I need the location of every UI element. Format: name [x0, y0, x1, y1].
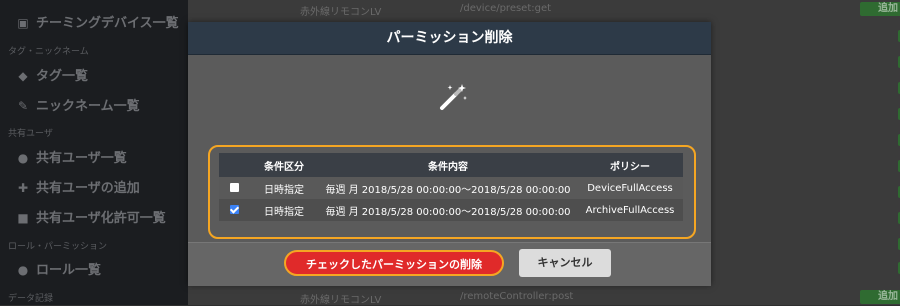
pencil-icon: ✎ [17, 99, 29, 113]
row-checkbox-checked[interactable] [229, 205, 239, 214]
sidebar-section-tags: タグ・ニックネーム [8, 47, 89, 57]
permission-table-highlight: 条件区分 条件内容 ポリシー 日時指定 毎週 月 2018/5/28 00:00… [208, 145, 696, 239]
tags-icon: ◆ [18, 69, 28, 83]
row-type: 日時指定 [264, 184, 304, 196]
sidebar-item-label: 共有ユーザ一覧 [36, 151, 127, 166]
table-header-policy: ポリシー [610, 161, 650, 173]
sidebar-item-label: 共有ユーザ化許可一覧 [36, 211, 166, 226]
user-plus-icon: ✚ [17, 181, 29, 195]
row-type: 日時指定 [264, 206, 304, 218]
background-row-path: /device/preset:get [460, 3, 552, 14]
user-icon: ● [17, 151, 29, 165]
sidebar-section-shared-users: 共有ユーザ [8, 129, 53, 139]
row-condition: 毎週 月 2018/5/28 00:00:00〜2018/5/28 00:00:… [325, 206, 571, 218]
modal-title: パーミッション削除 [188, 22, 711, 55]
camera-icon: ▣ [17, 16, 29, 30]
sidebar-item-add-shared-user[interactable]: ✚ 共有ユーザの追加 [16, 177, 140, 196]
row-checkbox[interactable] [229, 183, 239, 192]
background-row-path: /remoteController:post [460, 291, 574, 302]
background-row-name: 赤外線リモコンLV [300, 295, 382, 306]
row-condition: 毎週 月 2018/5/28 00:00:00〜2018/5/28 00:00:… [325, 184, 571, 196]
sidebar: ▣ チーミングデバイス一覧 タグ・ニックネーム ◆ タグ一覧 ✎ ニックネーム一覧 共… [0, 0, 188, 305]
sidebar-item-shared-user-permissions[interactable]: ■ 共有ユーザ化許可一覧 [16, 207, 166, 226]
permission-table: 条件区分 条件内容 ポリシー 日時指定 毎週 月 2018/5/28 00:00… [219, 153, 683, 221]
sidebar-item-tags[interactable]: ◆ タグ一覧 [16, 65, 88, 84]
sidebar-item-nicknames[interactable]: ✎ ニックネーム一覧 [16, 95, 140, 114]
table-row: 日時指定 毎週 月 2018/5/28 00:00:00〜2018/5/28 0… [219, 177, 683, 199]
sidebar-item-label: ロール一覧 [36, 263, 102, 278]
table-header: 条件区分 条件内容 ポリシー [219, 153, 683, 177]
cancel-button[interactable]: キャンセル [519, 249, 611, 277]
sidebar-section-data-records: データ記録 [8, 294, 54, 304]
permission-delete-modal: パーミッション削除 条件区分 条件内容 ポリシー 日時指定 毎週 月 2018/… [188, 22, 711, 286]
sidebar-item-teaming-devices[interactable]: ▣ チーミングデバイス一覧 [16, 12, 179, 31]
row-policy: ArchiveFullAccess [585, 204, 675, 216]
table-header-type: 条件区分 [264, 161, 304, 173]
background-add-button[interactable]: 追加 [860, 290, 900, 304]
sidebar-item-label: ニックネーム一覧 [36, 99, 140, 114]
sidebar-item-label: チーミングデバイス一覧 [36, 16, 179, 31]
sidebar-section-roles: ロール・パーミッション [8, 242, 108, 252]
lock-icon: ■ [17, 211, 29, 225]
users-icon: ● [17, 263, 29, 277]
row-policy: DeviceFullAccess [587, 182, 673, 194]
sidebar-item-shared-users[interactable]: ● 共有ユーザ一覧 [16, 147, 127, 166]
delete-checked-permissions-button[interactable]: チェックしたパーミッションの削除 [284, 250, 504, 276]
table-row: 日時指定 毎週 月 2018/5/28 00:00:00〜2018/5/28 0… [219, 199, 683, 221]
magic-wand-icon [438, 82, 468, 112]
background-row-name: 赤外線リモコンLV [300, 7, 382, 18]
background-add-button[interactable]: 追加 [860, 2, 900, 16]
table-header-condition: 条件内容 [428, 161, 468, 173]
modal-footer: チェックしたパーミッションの削除 キャンセル [188, 242, 711, 286]
sidebar-item-label: 共有ユーザの追加 [36, 181, 140, 196]
sidebar-item-roles[interactable]: ● ロール一覧 [16, 259, 101, 278]
sidebar-item-label: タグ一覧 [36, 69, 89, 84]
